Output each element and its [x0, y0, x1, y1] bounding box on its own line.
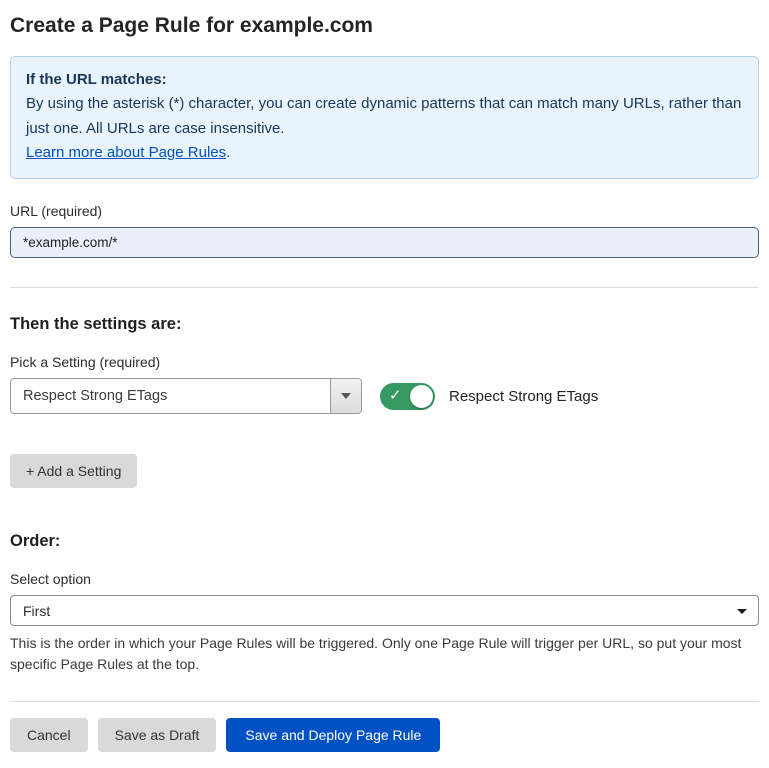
- save-deploy-button[interactable]: Save and Deploy Page Rule: [226, 718, 440, 752]
- order-select-dropdown[interactable]: First: [10, 595, 759, 626]
- order-section-heading: Order:: [10, 532, 759, 551]
- pick-setting-label: Pick a Setting (required): [10, 354, 759, 370]
- url-field-label: URL (required): [10, 203, 759, 219]
- order-select-value: First: [23, 603, 50, 619]
- cancel-button[interactable]: Cancel: [10, 718, 88, 752]
- setting-toggle[interactable]: ✓: [380, 383, 435, 410]
- link-period: .: [226, 144, 230, 161]
- setting-row: Respect Strong ETags ✓ Respect Strong ET…: [10, 378, 759, 414]
- check-icon: ✓: [389, 388, 402, 403]
- setting-select-dropdown[interactable]: Respect Strong ETags: [10, 378, 362, 414]
- order-select-label: Select option: [10, 571, 759, 587]
- chevron-down-icon: [341, 393, 351, 399]
- url-input[interactable]: [10, 227, 759, 258]
- page-title: Create a Page Rule for example.com: [10, 14, 759, 38]
- page-container: Create a Page Rule for example.com If th…: [0, 0, 769, 768]
- setting-select-caret-button[interactable]: [330, 379, 361, 413]
- setting-select-value: Respect Strong ETags: [11, 379, 330, 413]
- url-match-info-box: If the URL matches: By using the asteris…: [10, 56, 759, 179]
- toggle-setting-label: Respect Strong ETags: [449, 388, 598, 405]
- section-divider: [10, 287, 759, 288]
- order-help-text: This is the order in which your Page Rul…: [10, 633, 755, 675]
- chevron-down-icon: [737, 609, 747, 614]
- footer-actions: Cancel Save as Draft Save and Deploy Pag…: [10, 702, 759, 768]
- info-box-body: By using the asterisk (*) character, you…: [26, 95, 741, 136]
- save-draft-button[interactable]: Save as Draft: [98, 718, 217, 752]
- info-box-heading: If the URL matches:: [26, 68, 743, 92]
- add-setting-button[interactable]: + Add a Setting: [10, 454, 137, 488]
- settings-section-heading: Then the settings are:: [10, 315, 759, 334]
- learn-more-link[interactable]: Learn more about Page Rules: [26, 144, 226, 161]
- toggle-knob: [410, 385, 433, 408]
